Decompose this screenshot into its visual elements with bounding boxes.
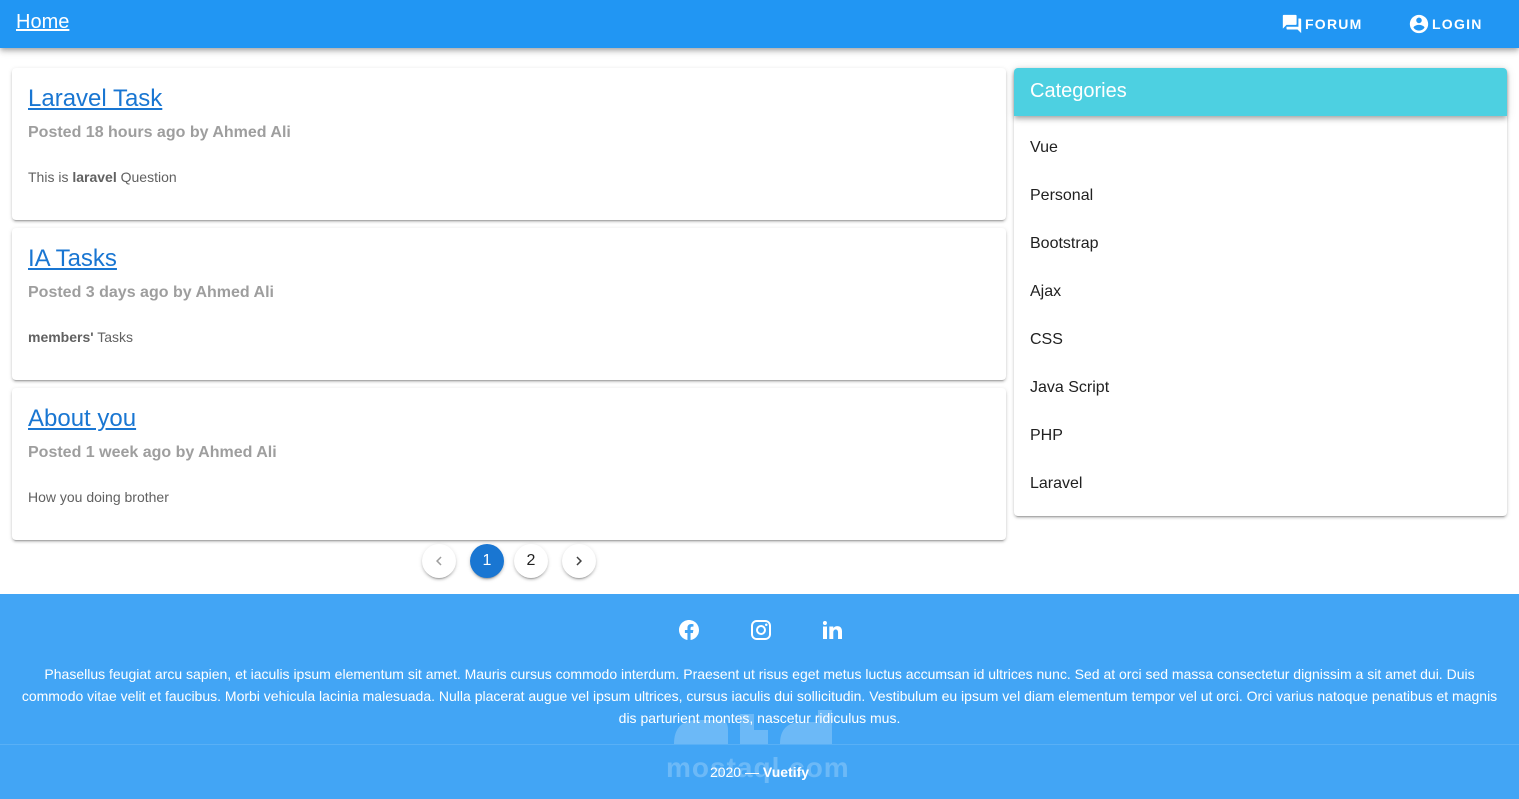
forum-button[interactable]: FORUM [1281, 12, 1363, 36]
category-item-css[interactable]: CSS [1014, 316, 1507, 364]
post-title[interactable]: About you [28, 405, 136, 433]
next-page-button[interactable] [562, 544, 596, 578]
page-button-1[interactable]: 1 [470, 544, 504, 578]
category-item-personal[interactable]: Personal [1014, 172, 1507, 220]
chevron-left-icon [436, 556, 442, 566]
post-excerpt: This is laravel Question [28, 169, 177, 185]
category-item-php[interactable]: PHP [1014, 412, 1507, 460]
forum-icon [1282, 14, 1302, 34]
home-link[interactable]: Home [16, 11, 69, 34]
post-meta: Posted 1 week ago by Ahmed Ali [28, 444, 277, 461]
linkedin-button[interactable] [820, 618, 844, 642]
chevron-right-icon [576, 556, 582, 566]
login-label: LOGIN [1432, 16, 1483, 32]
category-item-ajax[interactable]: Ajax [1014, 268, 1507, 316]
post-excerpt: members' Tasks [28, 329, 134, 345]
category-item-vue[interactable]: Vue [1014, 124, 1507, 172]
post-title[interactable]: IA Tasks [28, 245, 117, 273]
categories-header: Categories [1014, 68, 1507, 116]
facebook-icon [679, 620, 699, 640]
post-meta: Posted 18 hours ago by Ahmed Ali [28, 124, 291, 141]
forum-label: FORUM [1305, 16, 1363, 32]
post-meta: Posted 3 days ago by Ahmed Ali [28, 284, 274, 301]
prev-page-button[interactable] [422, 544, 456, 578]
categories-title: Categories [1030, 80, 1127, 102]
categories-card: Categories Vue Personal Bootstrap Ajax C… [1014, 68, 1507, 516]
footer-divider [0, 744, 1519, 745]
instagram-button[interactable] [749, 618, 773, 642]
footer-description: Phasellus feugiat arcu sapien, et iaculi… [21, 666, 1498, 726]
post-card: About you Posted 1 week ago by Ahmed Ali… [12, 388, 1006, 540]
account-circle-icon [1409, 14, 1429, 34]
facebook-button[interactable] [677, 618, 701, 642]
login-button[interactable]: LOGIN [1408, 12, 1483, 36]
page-footer: Phasellus feugiat arcu sapien, et iaculi… [0, 594, 1519, 799]
post-excerpt: How you doing brother [28, 489, 169, 505]
post-card: Laravel Task Posted 18 hours ago by Ahme… [12, 68, 1006, 220]
post-title[interactable]: Laravel Task [28, 85, 162, 113]
post-card: IA Tasks Posted 3 days ago by Ahmed Ali … [12, 228, 1006, 380]
footer-copyright: 2020 — Vuetify [709, 764, 810, 780]
instagram-icon [751, 620, 771, 640]
category-item-bootstrap[interactable]: Bootstrap [1014, 220, 1507, 268]
linkedin-icon [822, 620, 842, 639]
page-button-2[interactable]: 2 [514, 544, 548, 578]
category-item-javascript[interactable]: Java Script [1014, 364, 1507, 412]
app-toolbar: Home FORUM LOGIN [0, 0, 1519, 48]
category-item-laravel[interactable]: Laravel [1014, 460, 1507, 508]
